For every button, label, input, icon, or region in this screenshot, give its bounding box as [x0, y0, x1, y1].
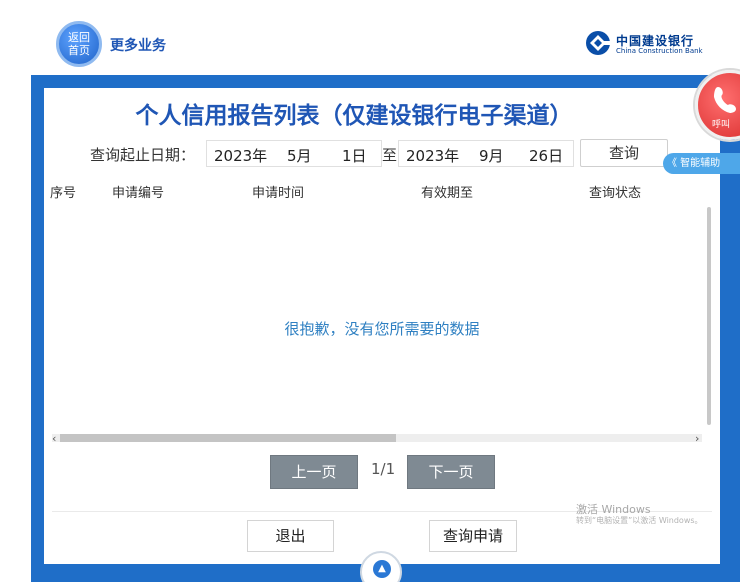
scroll-left-icon[interactable]: ‹: [52, 432, 56, 445]
page-indicator: 1/1: [371, 460, 396, 478]
prev-page-button[interactable]: 上一页: [270, 455, 358, 489]
windows-activation-hint: 转到“电脑设置”以激活 Windows。: [576, 516, 703, 525]
phone-icon: [714, 87, 736, 113]
horizontal-scroll-thumb[interactable]: [60, 434, 396, 442]
call-label: 呼叫: [712, 120, 731, 130]
start-month: 5月: [287, 147, 312, 165]
empty-message: 很抱歉，没有您所需要的数据: [284, 320, 480, 338]
start-year: 2023年: [214, 147, 268, 165]
to-label: 至: [382, 146, 398, 164]
end-day: 26日: [529, 147, 564, 165]
ccb-logo-icon: [586, 31, 611, 55]
start-date-field[interactable]: 2023年 5月 1日: [206, 140, 382, 167]
start-day: 1日: [342, 147, 367, 165]
home-button[interactable]: 返回 首页: [56, 21, 102, 67]
bank-logo: 中国建设银行 China Construction Bank: [585, 30, 715, 60]
page-title: 个人信用报告列表（仅建设银行电子渠道）: [135, 103, 573, 129]
smart-assist-tab[interactable]: 《 智能辅助: [663, 153, 740, 174]
screen: 返回 首页 更多业务 中国建设银行 China Construction Ban…: [0, 0, 740, 582]
scroll-right-icon[interactable]: ›: [695, 432, 699, 445]
end-year: 2023年: [406, 147, 460, 165]
col-application-time: 申请时间: [252, 186, 305, 201]
end-date-field[interactable]: 2023年 9月 26日: [398, 140, 574, 167]
date-range-label: 查询起止日期：: [90, 146, 196, 164]
table-header: 序号 申请编号 申请时间 有效期至 查询状态: [44, 182, 710, 202]
col-application-no: 申请编号: [112, 186, 165, 201]
vertical-scrollbar[interactable]: [707, 207, 711, 425]
home-button-label: 返回 首页: [68, 31, 90, 57]
end-month: 9月: [479, 147, 504, 165]
col-index: 序号: [50, 186, 77, 201]
next-page-button[interactable]: 下一页: [407, 455, 495, 489]
exit-button[interactable]: 退出: [247, 520, 334, 552]
query-apply-button[interactable]: 查询申请: [429, 520, 517, 552]
bank-name-en: China Construction Bank: [616, 47, 703, 55]
chevron-up-icon[interactable]: ▲: [373, 560, 391, 578]
col-valid-until: 有效期至: [421, 186, 474, 201]
query-button[interactable]: 查询: [580, 139, 668, 167]
more-business-link[interactable]: 更多业务: [110, 35, 166, 55]
col-query-status: 查询状态: [589, 186, 642, 201]
